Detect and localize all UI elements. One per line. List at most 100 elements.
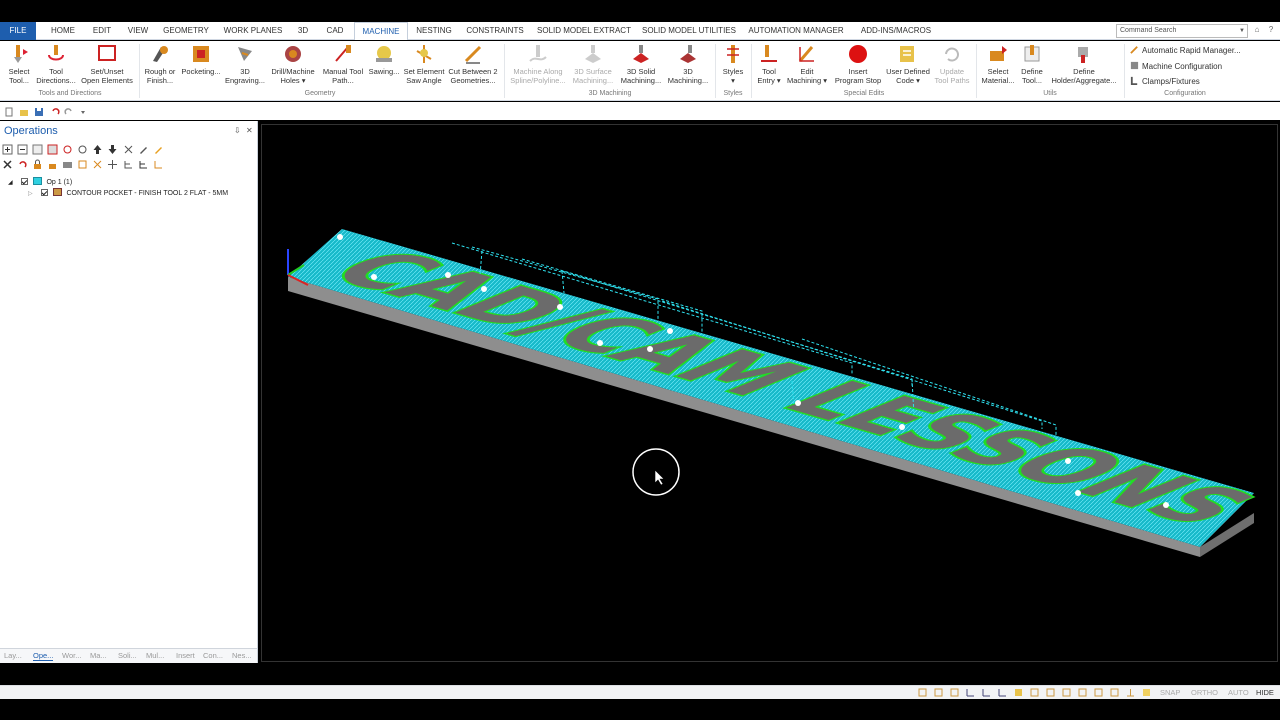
tree-row-contour-pocket[interactable]: ▷ CONTOUR POCKET - FINISH TOOL 2 FLAT - … (28, 188, 228, 198)
tab-solid[interactable]: Soli... (118, 651, 137, 660)
customize-dropdown-icon[interactable] (78, 107, 88, 117)
cut-between-button[interactable]: Cut Between 2 Geometries... (446, 43, 500, 85)
render-icon[interactable] (1062, 688, 1071, 697)
tree-options-icon[interactable] (153, 159, 164, 170)
solid-machining-button[interactable]: 3D Solid Machining... (618, 43, 664, 85)
expand-arrow-icon[interactable]: ▷ (28, 191, 33, 197)
tab-machine[interactable]: MACHINE (354, 22, 408, 40)
undo-icon[interactable] (50, 107, 60, 117)
tab-insert[interactable]: Insert (176, 651, 195, 660)
insert-program-stop-button[interactable]: Insert Program Stop (832, 43, 884, 85)
select-material-button[interactable]: Select Material... (978, 43, 1018, 85)
tree-icon[interactable] (123, 159, 134, 170)
tab-solid-model-utilities[interactable]: SOLID MODEL UTILITIES (642, 22, 736, 40)
tab-operations[interactable]: Ope... (33, 651, 54, 661)
pocketing-button[interactable]: Pocketing... (180, 43, 222, 76)
ungroup-icon[interactable] (77, 159, 88, 170)
view-side-icon[interactable] (950, 688, 959, 697)
define-tool-button[interactable]: Define Tool... (1016, 43, 1048, 85)
sort-icon[interactable] (123, 144, 134, 155)
tab-file[interactable]: FILE (0, 22, 36, 40)
zoom-window-icon[interactable] (1094, 688, 1103, 697)
collapse-all-icon[interactable] (17, 144, 28, 155)
manual-tool-path-button[interactable]: Manual Tool Path... (320, 43, 366, 85)
contour-pocket-checkbox[interactable] (40, 189, 48, 196)
pin-icon[interactable]: ⇩ (234, 126, 241, 135)
tab-nesting[interactable]: NESTING (414, 22, 454, 40)
ortho-toggle[interactable]: ORTHO (1191, 688, 1218, 697)
open-folder-icon[interactable] (19, 107, 29, 117)
tab-constraints[interactable]: Con... (203, 651, 223, 660)
auto-toggle[interactable]: AUTO (1228, 688, 1249, 697)
snap-toggle[interactable]: SNAP (1160, 688, 1180, 697)
help-icon[interactable]: ? (1266, 25, 1276, 35)
grid-view-icon[interactable] (47, 144, 58, 155)
tab-home[interactable]: HOME (46, 22, 80, 40)
highlight-toggle-icon[interactable] (1142, 688, 1151, 697)
expand-all-icon[interactable] (2, 144, 13, 155)
op1-checkbox[interactable] (20, 178, 28, 185)
styles-button[interactable]: Styles ▾ (718, 43, 748, 85)
zoom-fit-icon[interactable] (1078, 688, 1087, 697)
tab-solid-model-extract[interactable]: SOLID MODEL EXTRACT (536, 22, 632, 40)
automatic-rapid-manager-button[interactable]: Automatic Rapid Manager... (1130, 45, 1241, 55)
tab-add-ins-macros[interactable]: ADD-INS/MACROS (856, 22, 936, 40)
rough-finish-button[interactable]: Rough or Finish... (142, 43, 178, 85)
tab-edit[interactable]: EDIT (88, 22, 116, 40)
set-saw-angle-button[interactable]: Set Element Saw Angle (402, 43, 446, 85)
refresh-icon[interactable] (62, 144, 73, 155)
tab-work-planes[interactable]: Wor... (62, 651, 81, 660)
wireframe-icon[interactable] (1030, 688, 1039, 697)
undo-operation-icon[interactable] (17, 159, 28, 170)
surface-machining-button[interactable]: 3D Surface Machining... (570, 43, 616, 85)
tab-view[interactable]: VIEW (124, 22, 152, 40)
tree-row-op1[interactable]: ◢ Op 1 (1) (8, 177, 72, 187)
list-view-icon[interactable] (32, 144, 43, 155)
command-search-input[interactable]: Command Search ▼ (1116, 24, 1248, 38)
collapse-arrow-icon[interactable]: ◢ (8, 180, 13, 186)
shade-icon[interactable] (1014, 688, 1023, 697)
tab-multi[interactable]: Mul... (146, 651, 164, 660)
pan-icon[interactable] (1110, 688, 1119, 697)
tool-entry-button[interactable]: Tool Entry ▾ (752, 43, 786, 85)
sawing-button[interactable]: Sawing... (366, 43, 402, 76)
axis-xy-icon[interactable] (966, 688, 975, 697)
delete-icon[interactable] (2, 159, 13, 170)
edit-pencil-icon[interactable] (138, 144, 149, 155)
group-icon[interactable] (62, 159, 73, 170)
view-front-icon[interactable] (918, 688, 927, 697)
update-tool-paths-button[interactable]: Update Tool Paths (932, 43, 972, 85)
split-icon[interactable] (107, 159, 118, 170)
view-top-icon[interactable] (934, 688, 943, 697)
clamps-fixtures-button[interactable]: Clamps/Fixtures (1130, 76, 1200, 86)
edit-machining-button[interactable]: Edit Machining ▾ (784, 43, 830, 85)
tree-expand-icon[interactable] (138, 159, 149, 170)
redo-icon[interactable] (64, 107, 74, 117)
engraving-button[interactable]: 3D Engraving... (224, 43, 266, 85)
tab-automation-manager[interactable]: AUTOMATION MANAGER (746, 22, 846, 40)
user-defined-code-button[interactable]: User Defined Code ▾ (884, 43, 932, 85)
hide-toggle[interactable]: HIDE (1256, 688, 1274, 697)
chevron-down-icon[interactable]: ▼ (1239, 25, 1245, 37)
drill-holes-button[interactable]: Drill/Machine Holes ▾ (268, 43, 318, 85)
tab-work-planes[interactable]: WORK PLANES (222, 22, 284, 40)
tab-geometry[interactable]: GEOMETRY (160, 22, 212, 40)
lock-icon[interactable] (32, 159, 43, 170)
rotate-icon[interactable] (1126, 688, 1135, 697)
tab-3d[interactable]: 3D (292, 22, 314, 40)
tab-machine[interactable]: Ma... (90, 651, 107, 660)
3d-viewport[interactable]: CAD/CAM LESSONS (261, 124, 1280, 662)
machine-configuration-button[interactable]: Machine Configuration (1130, 61, 1222, 71)
tab-nesting[interactable]: Nes... (232, 651, 252, 660)
move-down-icon[interactable] (107, 144, 118, 155)
close-icon[interactable]: ✕ (246, 126, 253, 135)
axis-yz-icon[interactable] (998, 688, 1007, 697)
save-icon[interactable] (34, 107, 44, 117)
define-holder-button[interactable]: Define Holder/Aggregate... (1046, 43, 1122, 85)
merge-icon[interactable] (92, 159, 103, 170)
tab-constraints[interactable]: CONSTRAINTS (464, 22, 526, 40)
tool-directions-button[interactable]: Tool Directions... (36, 43, 76, 85)
tab-cad[interactable]: CAD (322, 22, 348, 40)
tab-layers[interactable]: Lay... (4, 651, 22, 660)
select-tool-button[interactable]: Select Tool... (2, 43, 36, 85)
